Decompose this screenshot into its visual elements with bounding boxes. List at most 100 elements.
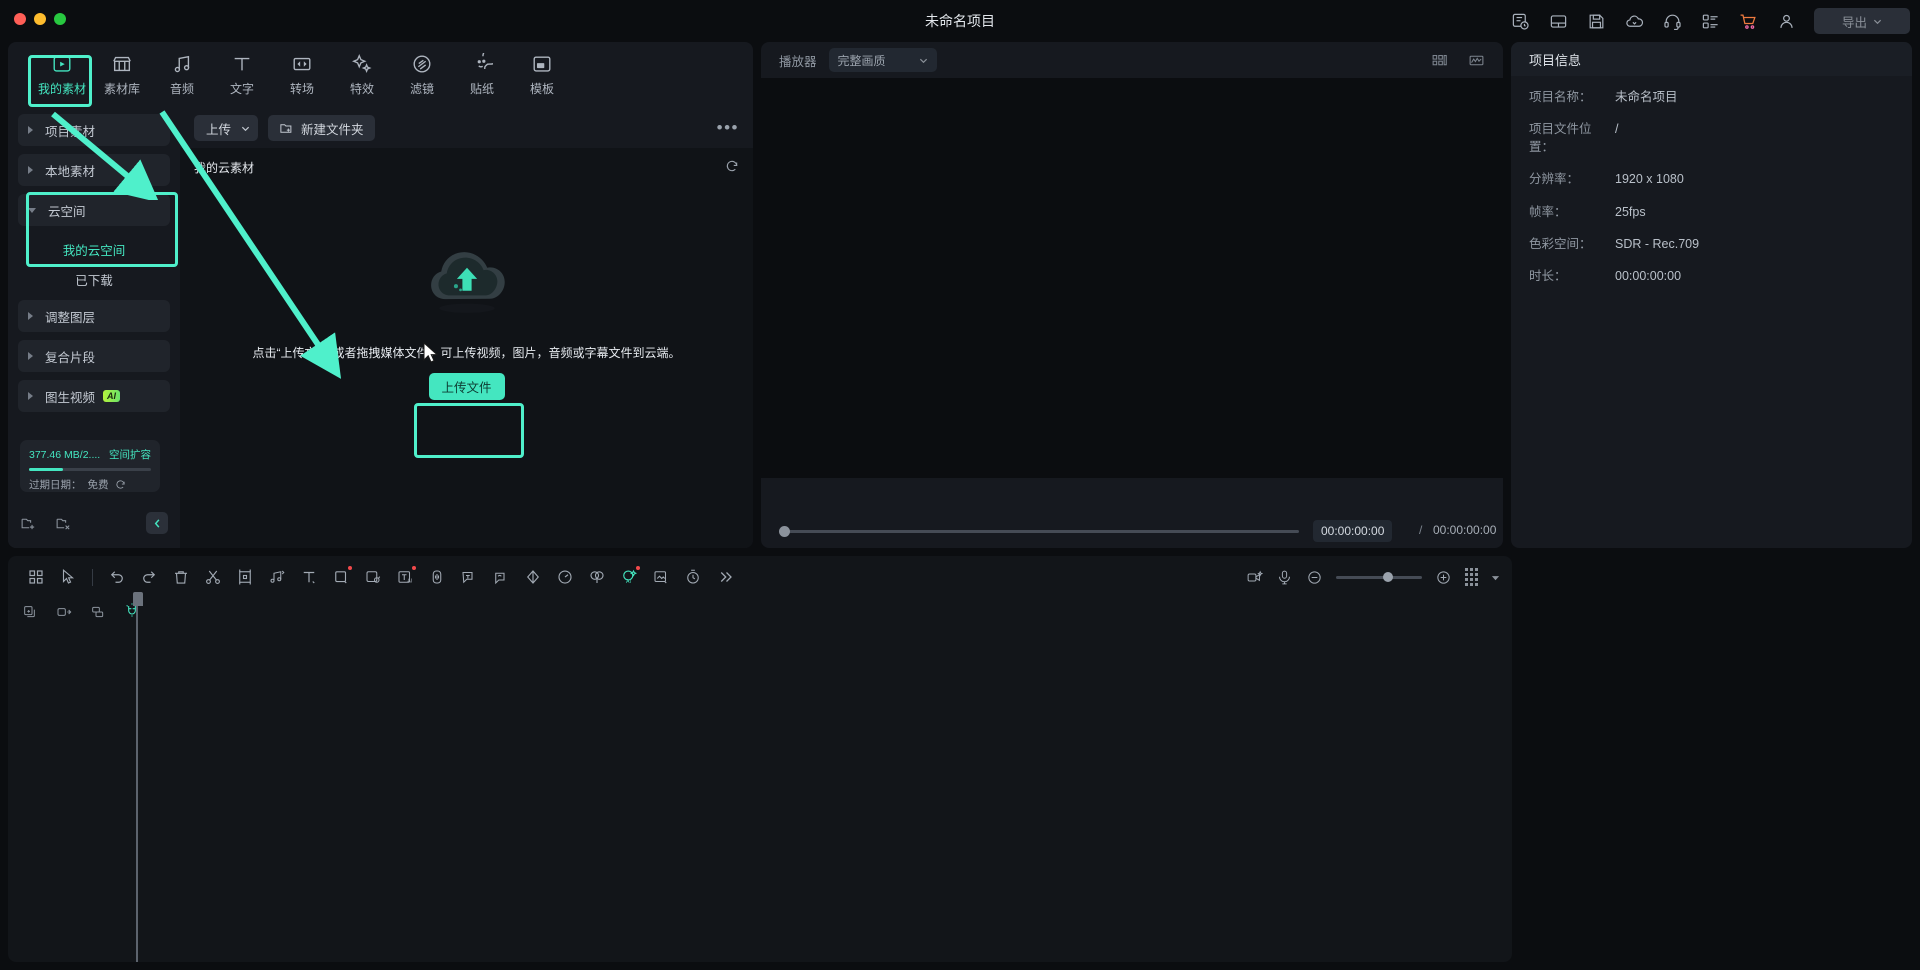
tab-text[interactable]: 文字 bbox=[212, 49, 272, 101]
timeline-panel: AI AI bbox=[8, 556, 1512, 962]
keyframe-icon[interactable] bbox=[357, 562, 389, 592]
sidebar-item-image-to-video[interactable]: 图生视频 AI bbox=[18, 380, 170, 412]
ai-text-icon[interactable]: AI bbox=[389, 562, 421, 592]
nav-tabs: 我的素材 素材库 音频 文字 转场 特效 bbox=[8, 42, 753, 108]
zoom-out-icon[interactable] bbox=[1306, 569, 1323, 586]
scope-view-icon[interactable] bbox=[1468, 52, 1485, 69]
record-screen-icon[interactable] bbox=[1246, 569, 1263, 586]
stabilize-icon[interactable] bbox=[677, 562, 709, 592]
player-label: 播放器 bbox=[779, 51, 817, 70]
project-history-icon[interactable] bbox=[1510, 11, 1530, 31]
sidebar-footer bbox=[20, 508, 168, 538]
tab-sticker[interactable]: 贴纸 bbox=[452, 49, 512, 101]
tab-label: 音频 bbox=[170, 80, 194, 97]
cart-icon[interactable] bbox=[1738, 11, 1758, 31]
tab-transition[interactable]: 转场 bbox=[272, 49, 332, 101]
timeline-zoom-slider[interactable] bbox=[1336, 576, 1422, 579]
current-timecode[interactable]: 00:00:00:00 bbox=[1313, 520, 1392, 542]
timecode-separator: / bbox=[1419, 523, 1422, 537]
info-value: 1920 x 1080 bbox=[1615, 170, 1684, 188]
chroma-key-icon[interactable] bbox=[581, 562, 613, 592]
new-folder-button[interactable]: 新建文件夹 bbox=[268, 115, 375, 141]
layout-icon[interactable] bbox=[1548, 11, 1568, 31]
text-tool-icon[interactable] bbox=[293, 562, 325, 592]
player-scrubber[interactable] bbox=[779, 524, 1299, 538]
empty-hint-text: 点击“上传文件”或者拖拽媒体文件，可上传视频，图片，音频或字幕文件到云端。 bbox=[253, 344, 681, 361]
caret-down-icon[interactable] bbox=[1491, 573, 1500, 582]
tab-audio[interactable]: 音频 bbox=[152, 49, 212, 101]
sidebar-item-project-media[interactable]: 项目素材 bbox=[18, 114, 170, 146]
player-header: 播放器 完整画质 bbox=[761, 42, 1503, 78]
microphone-icon[interactable] bbox=[1276, 569, 1293, 586]
info-key: 项目名称： bbox=[1529, 88, 1615, 106]
cloud-storage-widget: 377.46 MB/2.... 空间扩容 过期日期： 免费 bbox=[20, 440, 160, 492]
sidebar-item-downloaded[interactable]: 已下载 bbox=[18, 264, 170, 294]
storage-expand-link[interactable]: 空间扩容 bbox=[109, 447, 151, 462]
title-bar: 未命名项目 bbox=[0, 0, 1920, 42]
quality-value: 完整画质 bbox=[838, 52, 886, 69]
info-row: 帧率：25fps bbox=[1529, 203, 1894, 221]
tab-template[interactable]: 模板 bbox=[512, 49, 572, 101]
cloud-sync-icon[interactable] bbox=[1624, 11, 1644, 31]
ai-tools-icon[interactable]: AI bbox=[613, 562, 645, 592]
refresh-button[interactable] bbox=[725, 159, 739, 176]
export-button[interactable]: 导出 bbox=[1814, 8, 1910, 34]
sidebar-item-local-media[interactable]: 本地素材 bbox=[18, 154, 170, 186]
mask-icon[interactable] bbox=[325, 562, 357, 592]
upload-dropdown-button[interactable]: 上传 bbox=[194, 115, 258, 141]
ai-image-icon[interactable] bbox=[645, 562, 677, 592]
collapse-panel-button[interactable] bbox=[146, 512, 168, 534]
save-icon[interactable] bbox=[1586, 11, 1606, 31]
speed-icon[interactable] bbox=[549, 562, 581, 592]
more-tools-icon[interactable] bbox=[709, 562, 741, 592]
track-density-icon[interactable] bbox=[1465, 568, 1478, 586]
sidebar-item-compound-clip[interactable]: 复合片段 bbox=[18, 340, 170, 372]
preview-stage[interactable] bbox=[761, 78, 1503, 478]
sidebar-item-my-cloud-space[interactable]: 我的云空间 bbox=[18, 234, 170, 264]
playhead-handle[interactable] bbox=[133, 592, 143, 606]
quality-select[interactable]: 完整画质 bbox=[829, 48, 937, 72]
chevron-down-icon bbox=[28, 208, 36, 213]
headset-support-icon[interactable] bbox=[1662, 11, 1682, 31]
delete-icon[interactable] bbox=[165, 562, 197, 592]
tab-filter[interactable]: 滤镜 bbox=[392, 49, 452, 101]
sidebar-item-adjustment-layer[interactable]: 调整图层 bbox=[18, 300, 170, 332]
panel-title: 项目信息 bbox=[1511, 42, 1912, 76]
tab-my-media[interactable]: 我的素材 bbox=[32, 49, 92, 101]
more-options-button[interactable]: ••• bbox=[717, 118, 739, 138]
copy-clip-icon[interactable] bbox=[22, 604, 38, 620]
crop-icon[interactable] bbox=[229, 562, 261, 592]
audio-wave-icon[interactable] bbox=[421, 562, 453, 592]
sidebar-item-label: 图生视频 bbox=[45, 387, 95, 406]
apps-grid-icon[interactable] bbox=[1700, 11, 1720, 31]
split-icon[interactable] bbox=[197, 562, 229, 592]
user-account-icon[interactable] bbox=[1776, 11, 1796, 31]
link-clip-icon[interactable] bbox=[56, 604, 72, 620]
select-tool-icon[interactable] bbox=[52, 562, 84, 592]
delete-folder-icon[interactable] bbox=[55, 515, 72, 532]
undo-icon[interactable] bbox=[101, 562, 133, 592]
upload-file-button[interactable]: 上传文件 bbox=[429, 373, 505, 400]
tab-media-library[interactable]: 素材库 bbox=[92, 49, 152, 101]
project-info-rows: 项目名称：未命名项目 项目文件位置：/ 分辨率：1920 x 1080 帧率：2… bbox=[1511, 76, 1912, 285]
template-icon bbox=[531, 53, 553, 75]
sidebar-item-cloud-space[interactable]: 云空间 bbox=[18, 194, 170, 226]
refresh-icon[interactable] bbox=[115, 479, 126, 490]
redo-icon[interactable] bbox=[133, 562, 165, 592]
audio-detach-icon[interactable] bbox=[261, 562, 293, 592]
voice-icon[interactable] bbox=[485, 562, 517, 592]
project-info-panel: 项目信息 项目名称：未命名项目 项目文件位置：/ 分辨率：1920 x 1080… bbox=[1511, 42, 1912, 548]
grid-view-icon[interactable] bbox=[1431, 52, 1448, 69]
sidebar-item-label: 本地素材 bbox=[45, 161, 95, 180]
group-clip-icon[interactable] bbox=[90, 604, 106, 620]
new-folder-icon[interactable] bbox=[20, 515, 37, 532]
tab-effects[interactable]: 特效 bbox=[332, 49, 392, 101]
speech-to-text-icon[interactable] bbox=[453, 562, 485, 592]
scrubber-handle[interactable] bbox=[779, 526, 790, 537]
layout-grid-icon[interactable] bbox=[20, 562, 52, 592]
player-panel: 播放器 完整画质 00:00:00:00 / 00:00:00:00 { bbox=[761, 42, 1503, 548]
storage-expiry-label: 过期日期： bbox=[29, 477, 82, 492]
timeline-secondary-tools bbox=[8, 598, 1512, 626]
zoom-in-icon[interactable] bbox=[1435, 569, 1452, 586]
color-match-icon[interactable] bbox=[517, 562, 549, 592]
